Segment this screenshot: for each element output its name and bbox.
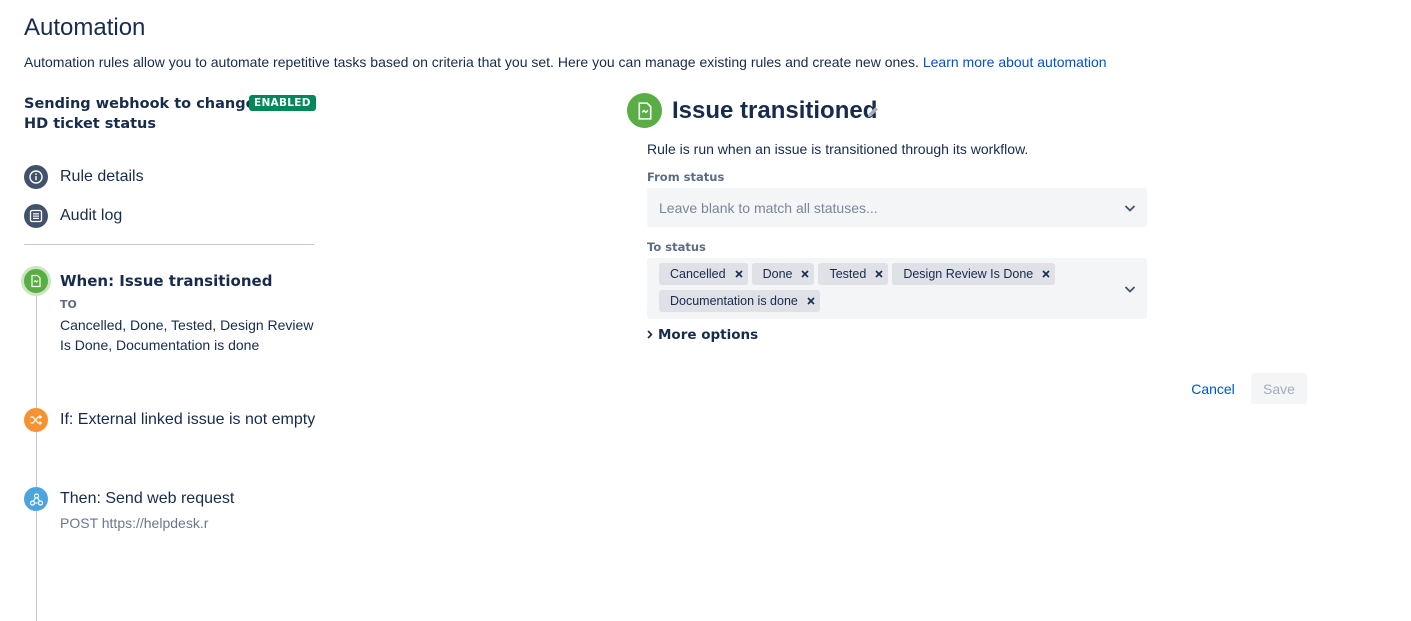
trigger-description: Rule is run when an issue is transitione…: [647, 141, 1029, 157]
chevron-down-icon[interactable]: [1123, 201, 1137, 215]
nav-audit-log-label: Audit log: [60, 207, 123, 224]
chevron-right-icon: [647, 326, 653, 344]
issue-transitioned-icon: [627, 93, 662, 128]
status-chip-label: Design Review Is Done: [903, 267, 1034, 281]
to-status-label: To status: [647, 240, 706, 254]
chevron-down-icon[interactable]: [1123, 282, 1137, 296]
to-status-chips: Cancelled Done Tested Design Review Is D…: [659, 263, 1079, 312]
status-chip: Design Review Is Done: [892, 263, 1056, 285]
nav-audit-log[interactable]: Audit log: [24, 204, 122, 228]
close-icon[interactable]: [806, 296, 816, 306]
step-when-sub-line1: Cancelled, Done, Tested, Design Review: [60, 317, 314, 333]
cancel-button[interactable]: Cancel: [1180, 373, 1246, 404]
nav-rule-details-label: Rule details: [60, 168, 144, 185]
more-options-label: More options: [658, 327, 759, 343]
status-chip-label: Tested: [829, 267, 867, 281]
status-chip-label: Documentation is done: [670, 294, 798, 308]
step-then-title: Then: Send web request: [60, 490, 235, 507]
from-status-placeholder: Leave blank to match all statuses...: [659, 200, 878, 216]
pencil-icon[interactable]: [865, 104, 881, 120]
step-when-sub-label: TO: [60, 298, 77, 311]
status-chip: Documentation is done: [659, 290, 820, 312]
close-icon[interactable]: [1041, 269, 1051, 279]
close-icon[interactable]: [800, 269, 810, 279]
issue-transitioned-icon: [24, 269, 48, 293]
step-when[interactable]: When: Issue transitioned TO Cancelled, D…: [24, 269, 324, 359]
more-options-toggle[interactable]: More options: [647, 326, 758, 344]
learn-more-link[interactable]: Learn more about automation: [923, 54, 1107, 70]
nav-rule-details[interactable]: Rule details: [24, 165, 144, 189]
page-description-text: Automation rules allow you to automate r…: [24, 54, 919, 70]
from-status-select[interactable]: Leave blank to match all statuses...: [647, 188, 1147, 227]
from-status-label: From status: [647, 170, 725, 184]
save-button[interactable]: Save: [1251, 373, 1307, 404]
rule-name-line2: HD ticket status: [24, 116, 157, 132]
info-icon: [24, 165, 48, 189]
status-chip: Done: [751, 263, 815, 285]
webhook-icon: [24, 487, 48, 511]
status-chip: Tested: [818, 263, 889, 285]
to-status-select[interactable]: Cancelled Done Tested Design Review Is D…: [647, 258, 1147, 319]
page-title: Automation: [24, 14, 146, 41]
close-icon[interactable]: [874, 269, 884, 279]
status-chip-label: Done: [762, 267, 793, 281]
close-icon[interactable]: [734, 269, 744, 279]
shuffle-icon: [24, 408, 48, 432]
step-then[interactable]: Then: Send web request POST https://help…: [24, 487, 324, 537]
status-chip: Cancelled: [659, 263, 748, 285]
page-description: Automation rules allow you to automate r…: [24, 54, 1107, 70]
rule-header: Sending webhook to change HD ticket stat…: [24, 94, 324, 134]
trigger-title: Issue transitioned: [672, 97, 878, 124]
status-chip-label: Cancelled: [670, 267, 726, 281]
step-if-title: If: External linked issue is not empty: [60, 411, 316, 428]
step-if[interactable]: If: External linked issue is not empty: [24, 408, 324, 438]
step-when-title: When: Issue transitioned: [60, 272, 273, 290]
step-when-sub-line2: Is Done, Documentation is done: [60, 337, 260, 353]
step-then-sub: POST https://helpdesk.r: [60, 515, 209, 531]
divider: [24, 244, 314, 245]
status-badge: ENABLED: [249, 95, 316, 111]
list-icon: [24, 204, 48, 228]
